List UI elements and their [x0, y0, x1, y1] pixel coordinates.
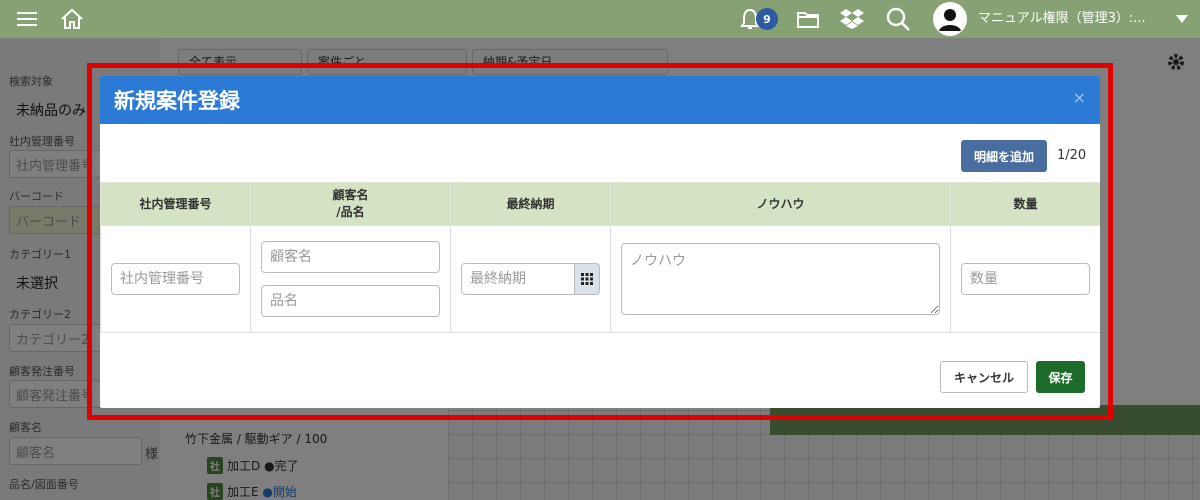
product-input[interactable]: [261, 285, 440, 317]
due-date-picker: [461, 263, 600, 295]
modal-footer: キャンセル 保存: [100, 361, 1100, 393]
customer-input[interactable]: [261, 241, 440, 273]
add-detail-row: 明細を追加 1/20: [100, 140, 1100, 172]
calendar-grid-icon[interactable]: [575, 263, 600, 295]
modal-title: 新規案件登録: [114, 89, 240, 113]
caret-down-icon[interactable]: [1174, 0, 1190, 38]
column-header-customer: 顧客名/品名: [250, 182, 451, 226]
cancel-button[interactable]: キャンセル: [940, 361, 1028, 393]
column-header-customer-line2: /品名: [336, 205, 365, 219]
column-header-quantity: 数量: [950, 182, 1100, 226]
customer-cell: [250, 225, 451, 333]
detail-count: 1/20: [1057, 148, 1087, 163]
search-icon[interactable]: [884, 0, 912, 38]
quantity-cell: [950, 225, 1100, 333]
folder-icon[interactable]: [794, 0, 822, 38]
notification-badge[interactable]: 9: [756, 8, 778, 30]
save-button[interactable]: 保存: [1036, 361, 1085, 393]
user-avatar-icon[interactable]: [932, 0, 968, 38]
column-header-customer-line1: 顧客名: [332, 188, 369, 202]
due-date-cell: [450, 225, 611, 333]
column-header-due-date: 最終納期: [450, 182, 611, 226]
column-header-knowhow: ノウハウ: [610, 182, 951, 226]
top-navigation-bar: 9 マニュアル権限（管理3）:...: [0, 0, 1200, 38]
add-detail-button[interactable]: 明細を追加: [961, 140, 1047, 172]
new-project-modal: 新規案件登録 × 明細を追加 1/20 社内管理番号 顧客名/品名 最終納期 ノ…: [100, 76, 1100, 408]
modal-header: 新規案件登録 ×: [100, 76, 1100, 124]
dropbox-icon[interactable]: [838, 0, 866, 38]
quantity-input[interactable]: [961, 263, 1090, 295]
mgmt-no-cell: [100, 225, 251, 333]
mgmt-no-input[interactable]: [111, 263, 240, 295]
table-header-row: 社内管理番号 顧客名/品名 最終納期 ノウハウ 数量: [100, 182, 1100, 226]
menu-icon[interactable]: [14, 0, 40, 38]
close-icon[interactable]: ×: [1073, 88, 1086, 107]
table-row: [100, 225, 1100, 333]
knowhow-cell: [610, 225, 951, 333]
user-name-label[interactable]: マニュアル権限（管理3）:...: [978, 0, 1146, 38]
knowhow-textarea[interactable]: [621, 243, 940, 315]
column-header-mgmt-no: 社内管理番号: [100, 182, 251, 226]
home-icon[interactable]: [58, 0, 86, 38]
due-date-input[interactable]: [461, 263, 575, 295]
detail-table: 社内管理番号 顧客名/品名 最終納期 ノウハウ 数量: [100, 182, 1100, 333]
